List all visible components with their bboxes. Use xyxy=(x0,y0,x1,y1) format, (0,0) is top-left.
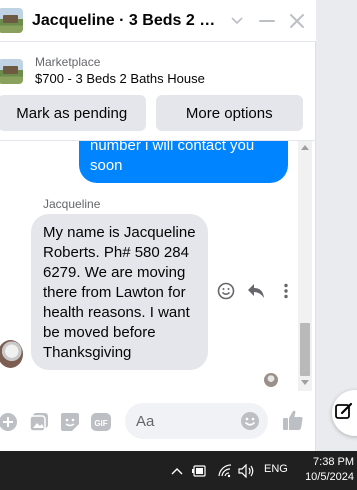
listing-source-label: Marketplace xyxy=(35,55,101,69)
system-taskbar: ENG 7:38 PM 10/5/2024 xyxy=(0,451,357,490)
volume-icon[interactable] xyxy=(238,462,256,480)
photo-icon[interactable] xyxy=(28,411,50,433)
new-message-icon xyxy=(334,401,354,426)
new-message-button[interactable] xyxy=(332,390,357,436)
scrollbar[interactable] xyxy=(298,141,312,391)
listing-image xyxy=(0,58,23,84)
listing-info: Marketplace $700 - 3 Beds 2 Baths House xyxy=(35,54,205,88)
svg-text:GIF: GIF xyxy=(94,419,107,428)
clock-date: 10/5/2024 xyxy=(305,471,354,483)
sender-name: Jacqueline xyxy=(43,197,101,211)
screen: Jacqueline · 3 Beds 2 Bath… Marketplace … xyxy=(0,0,357,490)
chevron-down-icon[interactable] xyxy=(228,12,246,30)
gif-icon[interactable]: GIF xyxy=(90,411,112,433)
message-input[interactable]: Aa xyxy=(125,403,268,439)
wifi-icon[interactable] xyxy=(216,462,234,480)
emoji-icon[interactable] xyxy=(240,411,260,435)
system-clock[interactable]: 7:38 PM 10/5/2024 xyxy=(300,455,354,485)
message-thread: number i will contact you soon Jacquelin… xyxy=(0,141,300,391)
plus-icon[interactable] xyxy=(0,411,19,433)
listing-thumbnail xyxy=(0,8,23,33)
avatar[interactable] xyxy=(0,340,23,368)
listing-actions: Mark as pending More options xyxy=(0,95,316,131)
minimize-icon[interactable] xyxy=(258,12,276,30)
close-icon[interactable] xyxy=(288,12,306,30)
outgoing-message: number i will contact you soon xyxy=(79,141,288,183)
message-input-placeholder: Aa xyxy=(136,412,155,430)
emoji-react-icon[interactable] xyxy=(216,281,236,301)
reply-icon[interactable] xyxy=(246,281,266,301)
chat-header[interactable]: Jacqueline · 3 Beds 2 Bath… xyxy=(0,0,316,42)
seen-indicator-avatar xyxy=(264,373,278,387)
message-composer: GIF Aa xyxy=(0,397,316,447)
chat-window: Jacqueline · 3 Beds 2 Bath… Marketplace … xyxy=(0,0,316,451)
more-vertical-icon[interactable] xyxy=(276,281,296,301)
scroll-down-arrow[interactable] xyxy=(301,380,309,385)
language-indicator[interactable]: ENG xyxy=(264,463,288,475)
header-controls xyxy=(228,12,310,30)
battery-icon[interactable] xyxy=(190,462,208,480)
clock-time: 7:38 PM xyxy=(313,456,354,468)
incoming-message: My name is Jacqueline Roberts. Ph# 580 2… xyxy=(31,214,208,370)
mark-as-pending-button[interactable]: Mark as pending xyxy=(0,95,146,131)
chevron-up-icon[interactable] xyxy=(168,462,186,480)
scroll-up-arrow[interactable] xyxy=(301,145,309,150)
conversation-title[interactable]: Jacqueline · 3 Beds 2 Bath… xyxy=(32,12,224,30)
sticker-icon[interactable] xyxy=(59,411,81,433)
message-actions xyxy=(216,281,296,301)
thumbs-up-icon[interactable] xyxy=(282,409,304,436)
more-options-button[interactable]: More options xyxy=(155,95,303,131)
scroll-thumb[interactable] xyxy=(300,323,310,376)
marketplace-listing[interactable]: Marketplace $700 - 3 Beds 2 Baths House xyxy=(0,50,316,92)
listing-title[interactable]: $700 - 3 Beds 2 Baths House xyxy=(35,70,205,88)
